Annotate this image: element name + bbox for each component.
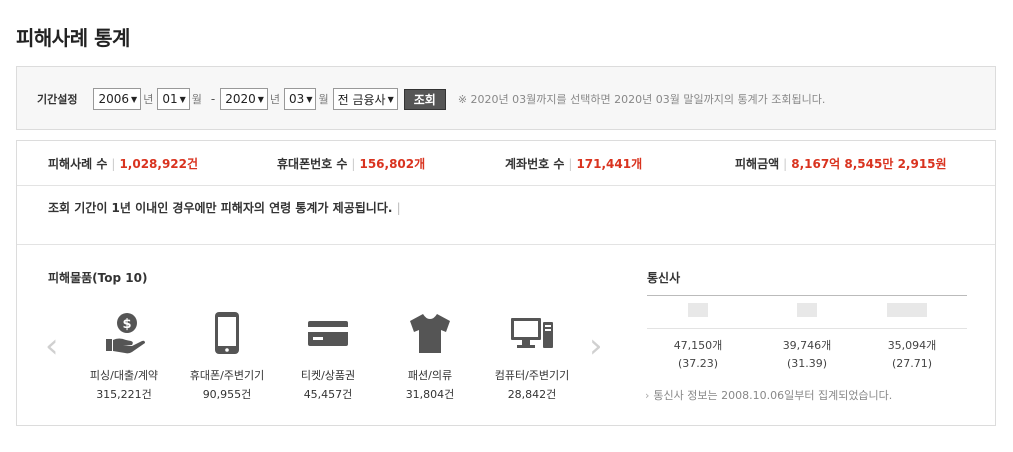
item-computer[interactable]: 컴퓨터/주변기기 28,842건 [482,309,582,402]
summary-phones: 휴대폰번호 수 | 156,802개 [277,157,426,171]
items-title: 피해물품(Top 10) [48,271,148,285]
prev-arrow-icon[interactable]: ‹ [45,329,59,363]
divider [647,295,967,296]
carrier-note: › 통신사 정보는 2008.10.06일부터 집계되었습니다. [645,389,893,402]
dropdown-arrow-icon: ▼ [131,94,138,104]
summary-row: 피해사례 수 | 1,028,922건 휴대폰번호 수 | 156,802개 계좌번호 … [17,141,995,186]
dropdown-arrow-icon: ▼ [387,94,394,104]
institution-select[interactable]: 전 금융사 ▼ [332,88,398,110]
period-label: 기간설정 [37,93,78,106]
chevron-right-icon: › [645,389,650,402]
end-month-select[interactable]: 03 ▼ [284,88,317,110]
summary-accounts: 계좌번호 수 | 171,441개 [505,157,643,171]
computer-icon [511,318,553,348]
period-filter: 기간설정 2006 ▼ 년 01 ▼ 월 - 2020 ▼ 년 03 ▼ 월 전 금융사… [37,88,825,110]
divider [647,328,967,329]
svg-text:$: $ [122,317,131,332]
carrier-logo-redacted [688,303,708,317]
card-icon [308,321,348,346]
end-year-select[interactable]: 2020 ▼ [220,88,268,110]
summary-cases: 피해사례 수 | 1,028,922건 [48,157,199,171]
summary-amount: 피해금액 | 8,167억 8,545만 2,915원 [735,157,947,171]
page-title: 피해사례 통계 [16,26,130,50]
carrier-logo-redacted [887,303,927,317]
filter-panel: 기간설정 2006 ▼ 년 01 ▼ 월 - 2020 ▼ 년 03 ▼ 월 전 금융사… [16,66,996,130]
start-year-select[interactable]: 2006 ▼ [93,88,142,110]
carrier-logo-redacted [797,303,817,317]
tshirt-icon [410,314,450,353]
item-mobile[interactable]: 휴대폰/주변기기 90,955건 [177,309,277,402]
dropdown-arrow-icon: ▼ [257,94,264,104]
item-fashion[interactable]: 패션/의류 31,804건 [380,309,480,402]
carrier-stat-3: 35,094개 (27.71) [887,339,937,370]
dropdown-arrow-icon: ▼ [179,94,186,104]
age-notice: 조회 기간이 1년 이내인 경우에만 피해자의 연령 통계가 제공됩니다. | [17,186,995,245]
smartphone-icon [215,312,239,354]
money-hand-icon: $ [106,313,145,354]
search-button[interactable]: 조회 [403,88,446,110]
period-note: ※ 2020년 03월까지를 선택하면 2020년 03월 말일까지의 통계가 … [457,93,826,106]
item-ticket[interactable]: 티켓/상품권 45,457건 [278,309,378,402]
dropdown-arrow-icon: ▼ [306,94,313,104]
start-month-select[interactable]: 01 ▼ [157,88,190,110]
next-arrow-icon[interactable]: › [589,329,603,363]
carrier-stat-1: 47,150개 (37.23) [673,339,723,370]
carrier-title: 통신사 [647,271,681,285]
item-phishing[interactable]: $ 피싱/대출/계약 315,221건 [74,309,174,402]
stats-panel: 피해사례 수 | 1,028,922건 휴대폰번호 수 | 156,802개 계좌번호 … [16,140,996,426]
carrier-stat-2: 39,746개 (31.39) [782,339,832,370]
